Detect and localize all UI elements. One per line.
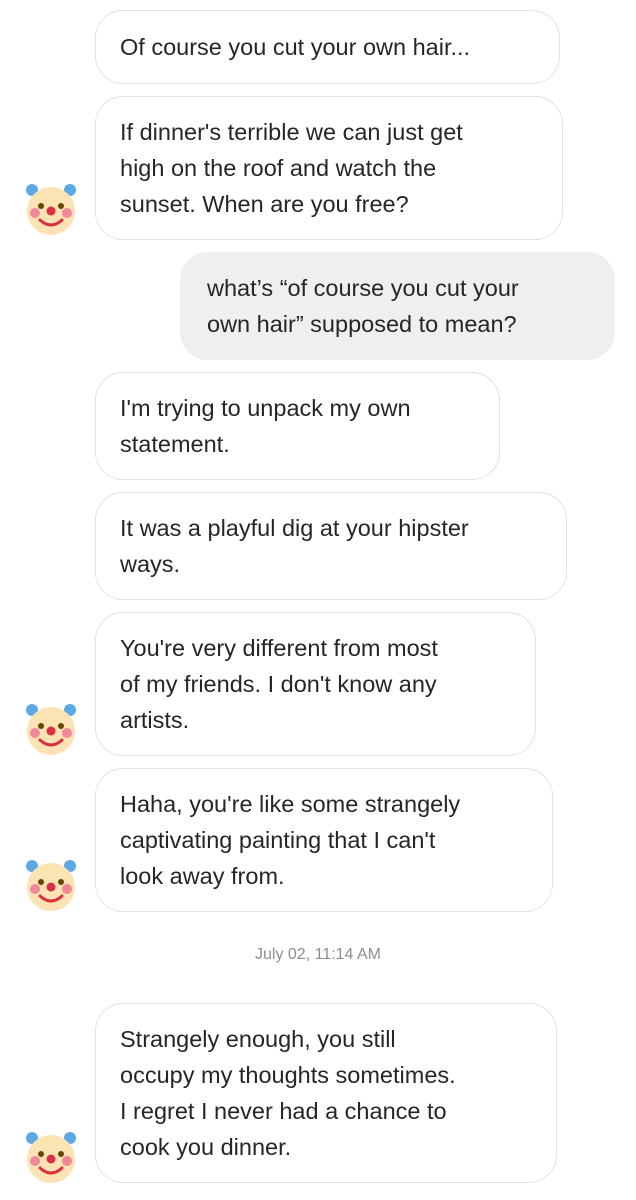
clown-face-icon[interactable]	[22, 856, 80, 914]
chat-timestamp: July 02, 11:14 AM	[255, 946, 381, 963]
message-bubble-incoming[interactable]: Strangely enough, you still occupy my th…	[95, 1003, 557, 1183]
message-text: Strangely enough, you still occupy my th…	[120, 1026, 456, 1160]
message-bubble-incoming[interactable]: You're very different from most of my fr…	[95, 612, 536, 756]
message-text: You're very different from most of my fr…	[120, 635, 438, 733]
clown-face-icon[interactable]	[22, 1128, 80, 1186]
clown-face-icon[interactable]	[22, 180, 80, 238]
message-bubble-incoming[interactable]: If dinner's terrible we can just get hig…	[95, 96, 563, 240]
message-text: Haha, you're like some strangely captiva…	[120, 791, 461, 889]
message-bubble-incoming[interactable]: It was a playful dig at your hipster way…	[95, 492, 567, 600]
message-text: I'm trying to unpack my own statement.	[120, 395, 411, 457]
message-bubble-incoming[interactable]: Of course you cut your own hair...	[95, 10, 560, 84]
message-text: It was a playful dig at your hipster way…	[120, 515, 469, 577]
clown-face-icon[interactable]	[22, 700, 80, 758]
message-text: Of course you cut your own hair...	[120, 34, 471, 60]
message-text: what’s “of course you cut your own hair”…	[207, 275, 519, 337]
message-text: If dinner's terrible we can just get hig…	[120, 119, 463, 217]
message-bubble-outgoing[interactable]: what’s “of course you cut your own hair”…	[180, 252, 615, 360]
message-bubble-incoming[interactable]: Haha, you're like some strangely captiva…	[95, 768, 553, 912]
message-bubble-incoming[interactable]: I'm trying to unpack my own statement.	[95, 372, 500, 480]
